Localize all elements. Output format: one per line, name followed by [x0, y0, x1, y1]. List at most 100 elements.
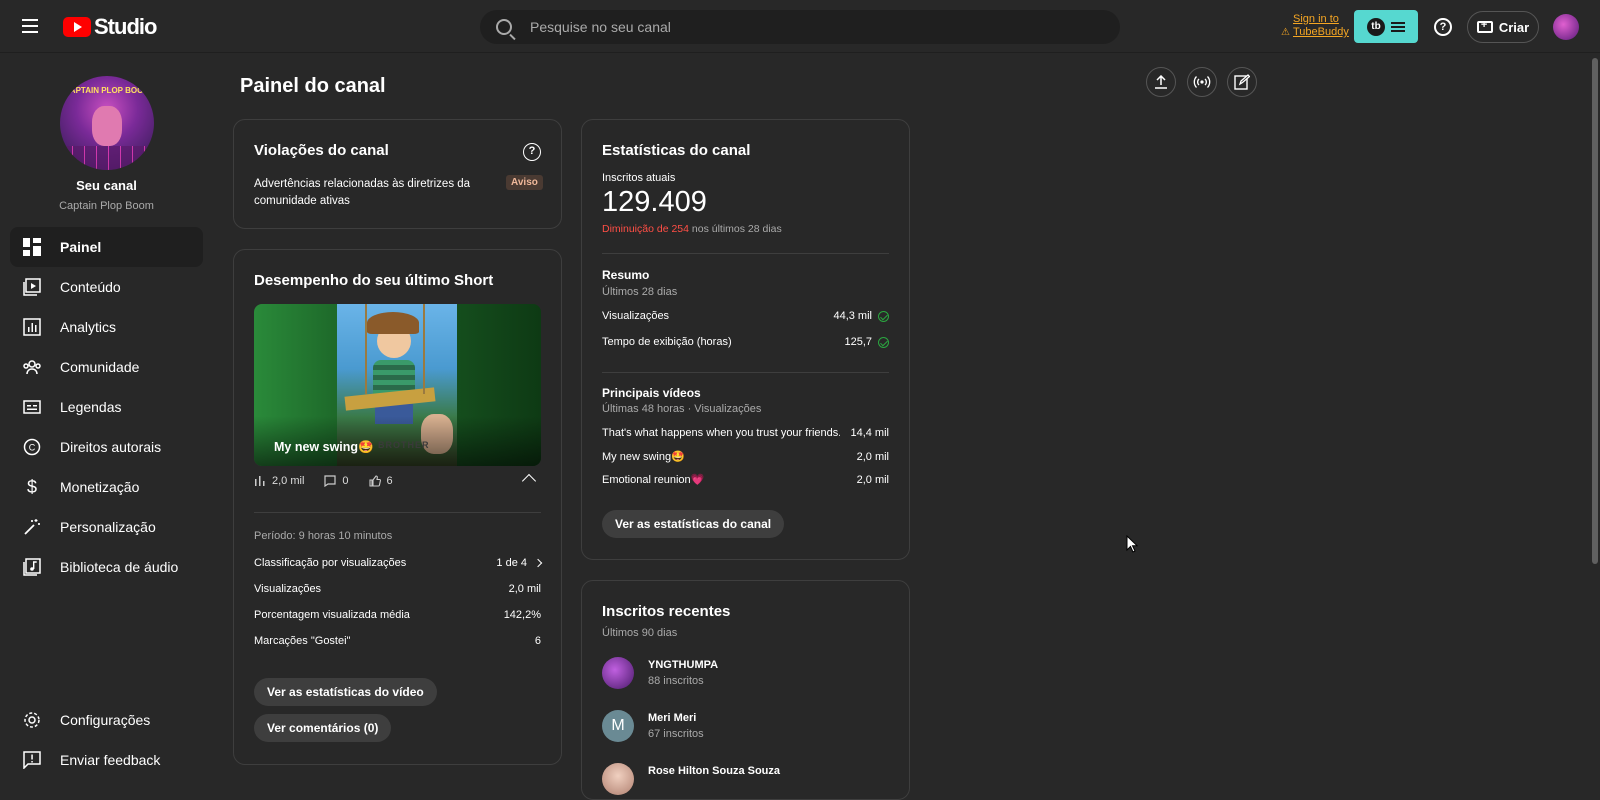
account-avatar[interactable] [1553, 14, 1579, 40]
sidebar-item-analytics[interactable]: Analytics [10, 307, 203, 347]
summary-row: Visualizações 44,3 mil [602, 310, 889, 322]
channel-stats-title: Estatísticas do canal [602, 142, 751, 159]
video-stats-button[interactable]: Ver as estatísticas do vídeo [254, 678, 437, 706]
summary-value: 44,3 mil [833, 310, 872, 322]
search-box[interactable]: Pesquise no seu canal [480, 10, 1120, 44]
subs-value: 129.409 [602, 186, 707, 218]
short-period: Período: 9 horas 10 minutos [254, 530, 393, 542]
content-icon [20, 275, 44, 299]
gear-icon [20, 708, 44, 732]
tubebuddy-signin-line1: Sign in to [1293, 13, 1339, 25]
summary-label: Tempo de exibição (horas) [602, 336, 732, 348]
warning-badge: Aviso [506, 175, 543, 190]
sidebar-item-biblioteca-de-audio[interactable]: Biblioteca de áudio [10, 547, 203, 587]
page-title: Painel do canal [240, 75, 386, 97]
top-video-views: 2,0 mil [856, 450, 889, 463]
short-stat-value: 142,2% [503, 609, 541, 621]
edit-icon [1234, 74, 1250, 90]
subscriber-name: Meri Meri [648, 712, 697, 724]
divider [254, 512, 541, 513]
magic-wand-icon [20, 515, 44, 539]
sidebar-item-monetizacao[interactable]: $ Monetização [10, 467, 203, 507]
last-short-card: Desempenho do seu último Short My new sw… [233, 249, 562, 765]
subscriber-avatar: M [602, 710, 634, 742]
create-button[interactable]: Criar [1467, 11, 1539, 43]
short-stat-row: Visualizações 2,0 mil [254, 583, 541, 595]
sidebar-item-legendas[interactable]: Legendas [10, 387, 203, 427]
subscriber-name: YNGTHUMPA [648, 659, 719, 671]
youtube-studio-logo[interactable]: Studio [63, 14, 157, 40]
go-live-button[interactable] [1187, 67, 1217, 97]
sidebar-item-label: Biblioteca de áudio [60, 559, 179, 575]
top-video-title: My new swing🤩 [602, 451, 685, 463]
subtitles-icon [20, 395, 44, 419]
short-thumbnail[interactable]: My new swing🤩 BROTHER [254, 304, 541, 466]
subscriber-count: 88 inscritos [648, 675, 704, 687]
short-stat-label: Porcentagem visualizada média [254, 609, 410, 621]
sidebar-item-comunidade[interactable]: Comunidade [10, 347, 203, 387]
top-video-views: 14,4 mil [850, 427, 889, 439]
subs-change-amount: Diminuição de 254 [602, 223, 689, 235]
subscriber-count: 67 inscritos [648, 728, 704, 740]
hamburger-icon [1391, 20, 1405, 34]
audio-library-icon [20, 555, 44, 579]
comments-button[interactable]: Ver comentários (0) [254, 714, 392, 742]
avatar-grid [60, 146, 154, 170]
sidebar-item-personalizacao[interactable]: Personalização [10, 507, 203, 547]
dollar-icon: $ [26, 476, 37, 497]
chevron-right-icon [533, 558, 543, 568]
feedback-icon [20, 748, 44, 772]
short-card-title: Desempenho do seu último Short [254, 272, 494, 289]
short-stat-value: 2,0 mil [508, 583, 541, 595]
subscriber-row[interactable]: YNGTHUMPA 88 inscritos [602, 657, 718, 689]
channel-stats-button[interactable]: Ver as estatísticas do canal [602, 510, 785, 538]
tubebuddy-signin-link[interactable]: Sign in to ⚠ TubeBuddy [1281, 13, 1349, 39]
short-views: 2,0 mil [272, 475, 305, 487]
help-icon[interactable]: ? [523, 143, 541, 161]
short-stat-row: Porcentagem visualizada média 142,2% [254, 609, 541, 621]
sidebar-item-label: Analytics [60, 319, 117, 335]
short-metrics-row: 2,0 mil 0 6 [254, 475, 393, 487]
sidebar-item-direitos-autorais[interactable]: C Direitos autorais [10, 427, 203, 467]
community-icon [20, 355, 44, 379]
divider [602, 253, 889, 254]
sidebar-item-conteudo[interactable]: Conteúdo [10, 267, 203, 307]
subscriber-row[interactable]: Rose Hilton Souza Souza [602, 763, 780, 795]
tubebuddy-menu-button[interactable]: tb [1354, 10, 1418, 43]
violations-text: Advertências relacionadas às diretrizes … [254, 178, 471, 207]
top-videos-period: Últimas 48 horas · Visualizações [602, 403, 762, 415]
views-icon [255, 476, 265, 486]
help-icon[interactable]: ? [1434, 18, 1452, 36]
create-post-button[interactable] [1227, 67, 1257, 97]
sidebar-item-label: Personalização [60, 519, 156, 535]
menu-icon[interactable] [20, 16, 44, 36]
studio-label: Studio [94, 14, 157, 39]
summary-period: Últimos 28 dias [602, 286, 678, 298]
short-stat-row[interactable]: Classificação por visualizações 1 de 4 [254, 557, 543, 569]
upload-button[interactable] [1146, 67, 1176, 97]
sidebar: CAPTAIN PLOP BOOM Seu canal Captain Plop… [0, 54, 213, 788]
top-videos-title: Principais vídeos [602, 386, 701, 400]
short-stat-label: Visualizações [254, 583, 322, 595]
sidebar-item-label: Comunidade [60, 359, 140, 375]
upload-icon [1155, 75, 1167, 89]
scrollbar[interactable] [1592, 58, 1598, 564]
sidebar-item-configuracoes[interactable]: Configurações [10, 700, 203, 740]
short-video-title: My new swing🤩 [274, 440, 374, 454]
analytics-icon [20, 315, 44, 339]
divider [602, 372, 889, 373]
top-video-row[interactable]: That's what happens when you trust your … [602, 427, 889, 439]
violations-title: Violações do canal [254, 142, 389, 159]
create-label: Criar [1498, 19, 1530, 35]
sidebar-item-label: Painel [60, 239, 102, 255]
sidebar-item-enviar-feedback[interactable]: Enviar feedback [10, 740, 203, 780]
violations-card: Violações do canal ? Advertências relaci… [233, 119, 562, 229]
subscriber-row[interactable]: M Meri Meri 67 inscritos [602, 710, 704, 742]
short-stat-row: Marcações "Gostei" 6 [254, 635, 541, 647]
top-video-row[interactable]: My new swing🤩 2,0 mil [602, 450, 889, 464]
channel-avatar[interactable]: CAPTAIN PLOP BOOM [60, 76, 154, 170]
chevron-up-icon[interactable] [521, 473, 537, 489]
top-video-row[interactable]: Emotional reunion💗 2,0 mil [602, 473, 889, 487]
warning-icon: ⚠ [1281, 27, 1290, 38]
sidebar-item-painel[interactable]: Painel [10, 227, 203, 267]
